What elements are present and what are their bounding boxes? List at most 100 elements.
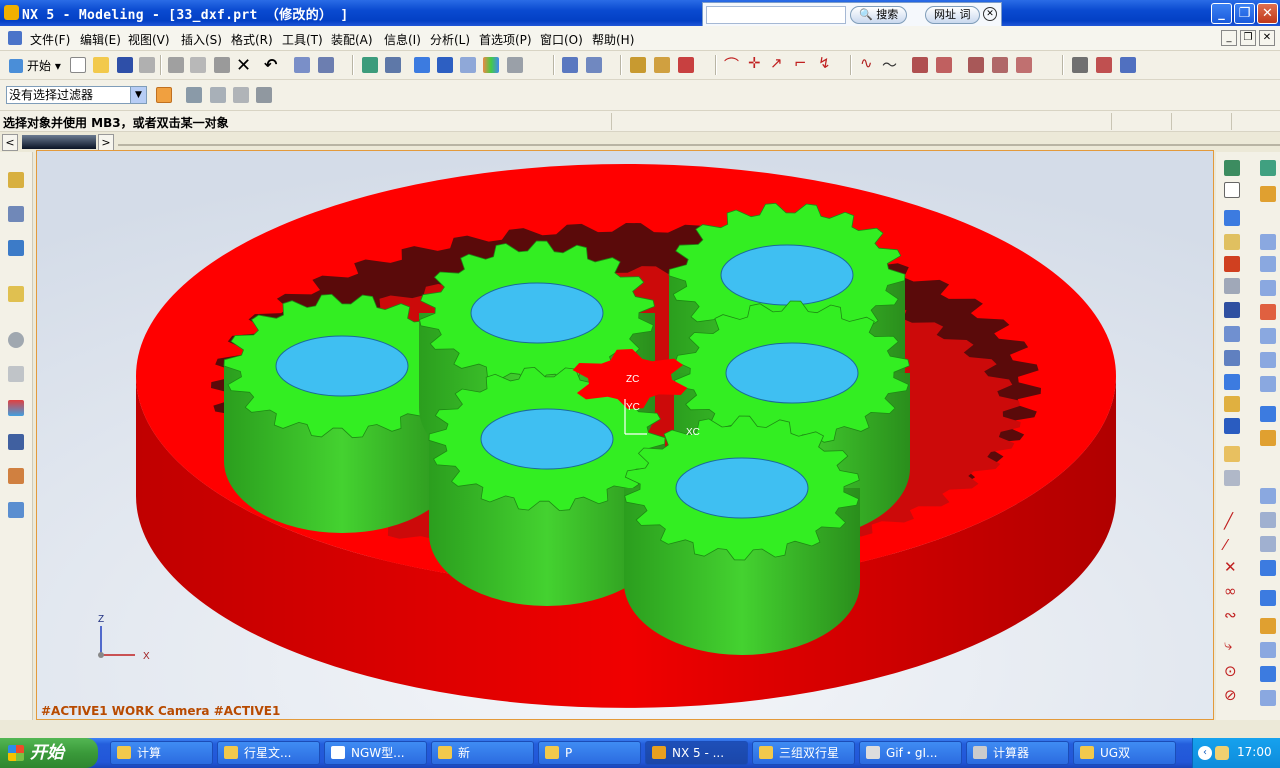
open-folder-icon[interactable]	[93, 57, 109, 73]
project-icon[interactable]	[992, 57, 1008, 73]
fit-icon[interactable]	[385, 57, 401, 73]
circle-icon[interactable]: ⊙	[1224, 662, 1237, 680]
menu-edit[interactable]: 编辑(E)	[80, 31, 121, 48]
new-file-icon[interactable]	[70, 57, 86, 73]
doc-restore-button[interactable]: ❐	[1240, 30, 1256, 46]
manufacturing-icon[interactable]	[8, 434, 24, 450]
pad-icon[interactable]	[1224, 396, 1240, 412]
gear-model-canvas[interactable]: ZC YC XC Z X	[37, 151, 1214, 720]
slot-icon[interactable]	[1224, 418, 1240, 434]
paste-icon[interactable]	[214, 57, 230, 73]
menu-tools[interactable]: 工具(T)	[282, 31, 323, 48]
taskbar-item[interactable]: 行星文...	[217, 741, 320, 765]
offset-face-icon[interactable]	[1260, 560, 1276, 576]
close-button[interactable]: ✕	[1257, 3, 1278, 24]
delete-face-icon[interactable]	[1260, 666, 1276, 682]
wave-icon[interactable]: 〜	[882, 54, 897, 75]
sphere-icon[interactable]	[1224, 278, 1240, 294]
extract-icon[interactable]	[1260, 280, 1276, 296]
boss-icon[interactable]	[1224, 350, 1240, 366]
doc-minimize-button[interactable]: _	[1221, 30, 1237, 46]
snap-icon[interactable]	[186, 87, 202, 103]
book-icon[interactable]	[1224, 302, 1240, 318]
resource-bar-thumb[interactable]	[22, 135, 96, 149]
taskbar-item[interactable]: 计算	[110, 741, 213, 765]
nav-left-button[interactable]: <	[2, 134, 18, 151]
patch-icon[interactable]	[1260, 256, 1276, 272]
windows-start-button[interactable]: 开始	[0, 738, 98, 768]
taskbar-item[interactable]: P	[538, 741, 641, 765]
taskbar-item[interactable]: Gif・gI...	[859, 741, 962, 765]
copy-icon[interactable]	[190, 57, 206, 73]
sheet-icon[interactable]	[1224, 182, 1240, 198]
menu-info[interactable]: 信息(I)	[384, 31, 421, 48]
menu-analysis[interactable]: 分析(L)	[430, 31, 470, 48]
thicken-icon[interactable]	[1260, 186, 1276, 202]
menu-file[interactable]: 文件(F)	[30, 31, 70, 48]
ellipse-icon[interactable]: ⊘	[1224, 686, 1237, 704]
minimize-button[interactable]: _	[1211, 3, 1232, 24]
start-menu-button[interactable]: 开始 ▾	[9, 57, 61, 74]
taskbar-item-active[interactable]: NX 5 - ...	[645, 741, 748, 765]
menu-format[interactable]: 格式(R)	[231, 31, 273, 48]
groove-icon[interactable]	[1224, 446, 1240, 462]
gear-tool-icon[interactable]	[1096, 57, 1112, 73]
extend-icon[interactable]: ↗	[770, 54, 783, 72]
maximize-button[interactable]: ❐	[1234, 3, 1255, 24]
menu-view[interactable]: 视图(V)	[128, 31, 170, 48]
color-icon[interactable]	[483, 57, 499, 73]
arc-icon[interactable]: ⁄	[1224, 536, 1227, 554]
point-icon[interactable]	[233, 87, 249, 103]
taskbar-item[interactable]: 计算器	[966, 741, 1069, 765]
taskbar-item[interactable]: UG双	[1073, 741, 1176, 765]
chain-icon[interactable]: ∞	[1224, 582, 1237, 600]
block-icon[interactable]	[1224, 210, 1240, 226]
wireframe-icon[interactable]	[460, 57, 476, 73]
selection-mode-icon[interactable]	[156, 87, 172, 103]
eraser-icon[interactable]	[210, 87, 226, 103]
cylinder-icon[interactable]	[1224, 234, 1240, 250]
split-icon[interactable]	[1260, 328, 1276, 344]
offset-icon[interactable]	[912, 57, 928, 73]
menu-insert[interactable]: 插入(S)	[181, 31, 222, 48]
process-studio-icon[interactable]	[8, 366, 24, 382]
graphics-window[interactable]: ZC YC XC Z X #ACTIVE1 WORK Camera #ACTIV…	[36, 150, 1214, 720]
search-close-icon[interactable]: ✕	[983, 7, 997, 21]
unite-icon[interactable]	[1260, 406, 1276, 422]
undo-icon[interactable]: ↶	[264, 55, 277, 74]
volume-icon[interactable]	[1215, 746, 1229, 760]
taskbar-item[interactable]: 三组双行星	[752, 741, 855, 765]
reuse-library-icon[interactable]	[8, 286, 24, 302]
move-face-icon[interactable]	[1260, 618, 1276, 634]
angle-icon[interactable]	[654, 57, 670, 73]
edge-blend-icon[interactable]	[1224, 470, 1240, 486]
curve-fit-icon[interactable]: ⤷	[1224, 636, 1232, 654]
menu-help[interactable]: 帮助(H)	[592, 31, 634, 48]
cut-icon[interactable]	[168, 57, 184, 73]
assembly-navigator-icon[interactable]	[8, 172, 24, 188]
constraint-navigator-icon[interactable]	[8, 206, 24, 222]
pocket-icon[interactable]	[1224, 374, 1240, 390]
curve-icon[interactable]: ⌒	[724, 54, 739, 75]
draft-icon[interactable]	[1260, 488, 1276, 504]
measure-icon[interactable]	[630, 57, 646, 73]
search-input[interactable]	[706, 6, 846, 24]
tool-icon[interactable]	[1120, 57, 1136, 73]
scale-icon[interactable]	[1260, 590, 1276, 606]
shaded-cube-icon[interactable]	[414, 57, 430, 73]
spline-icon[interactable]: ∿	[860, 54, 873, 72]
replace-face-icon[interactable]	[1260, 642, 1276, 658]
menu-assembly[interactable]: 装配(A)	[331, 31, 373, 48]
trim-body-icon[interactable]	[1260, 304, 1276, 320]
command-finder-icon[interactable]	[294, 57, 310, 73]
resize-icon[interactable]	[1260, 690, 1276, 706]
extrude-icon[interactable]	[586, 57, 602, 73]
mirror-icon[interactable]	[1260, 352, 1276, 368]
analysis-icon[interactable]	[678, 57, 694, 73]
helix-icon[interactable]	[968, 57, 984, 73]
selection-filter-select[interactable]: 没有选择过滤器 ▼	[6, 86, 147, 104]
feature-icon[interactable]	[1224, 160, 1240, 176]
hole-icon[interactable]	[1224, 326, 1240, 342]
menu-preferences[interactable]: 首选项(P)	[479, 31, 532, 48]
print-icon[interactable]	[139, 57, 155, 73]
